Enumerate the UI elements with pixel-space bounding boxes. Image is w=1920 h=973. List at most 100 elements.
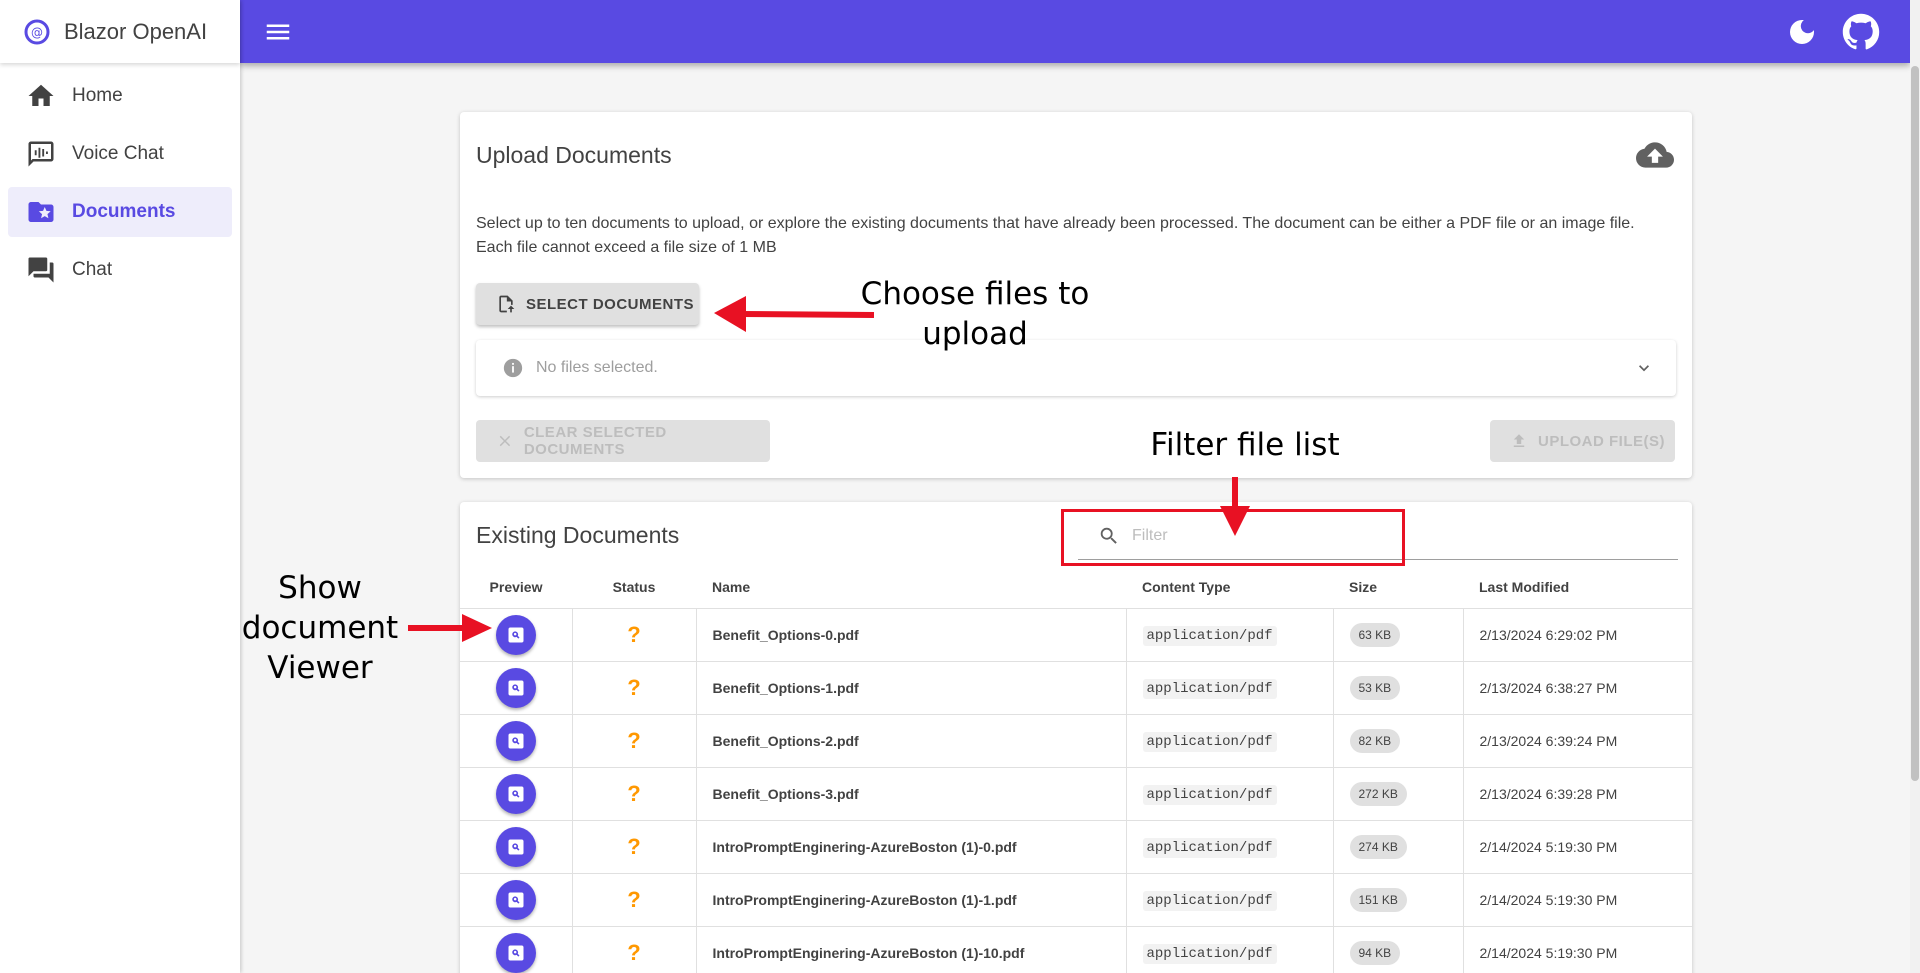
preview-document-button[interactable] [495,720,536,761]
select-documents-button[interactable]: SELECT DOCUMENTS [476,283,699,325]
status-cell: ? [572,926,697,973]
clear-button-label: CLEAR SELECTED DOCUMENTS [523,424,667,458]
column-header-size[interactable]: Size [1333,566,1463,609]
preview-cell [460,661,573,715]
content-type-code: application/pdf [1142,731,1277,752]
preview-document-button[interactable] [495,614,536,655]
status-cell: ? [572,873,697,927]
sidebar-item-chat[interactable]: Chat [8,245,232,295]
chevron-down-icon[interactable] [1634,358,1654,378]
sidebar-item-label: Voice Chat [72,143,164,164]
menu-toggle-button[interactable] [260,14,296,50]
name-cell: Benefit_Options-1.pdf [696,661,1127,715]
preview-search-icon [508,733,524,748]
status-cell: ? [572,820,697,874]
preview-cell [460,608,573,662]
annotation-choose-line-2: upload [922,316,1028,352]
scrollbar-thumb[interactable] [1911,66,1919,781]
size-chip: 82 KB [1349,728,1401,753]
content-type-cell: application/pdf [1126,873,1334,927]
file-upload-icon [499,295,515,313]
size-chip: 272 KB [1349,781,1407,806]
preview-document-button[interactable] [495,826,536,867]
annotation-filter-highlight-box [1061,509,1405,566]
size-cell: 63 KB [1333,608,1464,662]
status-unknown-icon: ? [627,780,641,806]
status-unknown-icon: ? [627,674,641,700]
hamburger-menu-icon [266,24,290,40]
preview-search-icon [508,786,524,801]
content-type-code: application/pdf [1142,837,1277,858]
annotation-show-line-3: Viewer [267,650,373,686]
table-row: ? Benefit_Options-2.pdf application/pdf 82 … [460,714,1692,768]
table-row: ? Benefit_Options-1.pdf application/pdf 53 … [460,661,1692,715]
sidebar-item-voice-chat[interactable]: Voice Chat [8,129,232,179]
github-icon [1842,13,1880,50]
clear-selected-documents-button[interactable]: CLEAR SELECTED DOCUMENTS [476,420,770,462]
content-type-code: application/pdf [1142,890,1277,911]
content-type-code: application/pdf [1142,625,1277,646]
annotation-choose-files: Choose files to upload [855,274,1095,354]
last-modified-cell: 2/13/2024 6:29:02 PM [1463,608,1692,662]
size-chip: 151 KB [1349,887,1407,912]
name-cell: Benefit_Options-2.pdf [696,714,1127,768]
preview-document-button[interactable] [495,667,536,708]
sidebar-item-home[interactable]: Home [8,71,232,121]
upload-description: Select up to ten documents to upload, or… [476,212,1676,260]
sidebar-item-documents[interactable]: Documents [8,187,232,237]
content-type-cell: application/pdf [1126,661,1334,715]
preview-document-button[interactable] [495,932,536,973]
existing-card-title: Existing Documents [476,522,680,548]
annotation-show-line-2: document [241,610,399,646]
preview-document-button[interactable] [495,773,536,814]
content-type-cell: application/pdf [1126,608,1334,662]
column-header-name[interactable]: Name [696,566,1126,609]
info-icon [503,358,523,378]
preview-search-icon [508,945,524,960]
voice-chat-icon [28,141,54,167]
status-cell: ? [572,714,697,768]
status-unknown-icon: ? [627,886,641,912]
table-row: ? IntroPromptEnginering-AzureBoston (1)-1… [460,873,1692,927]
upload-button-label: UPLOAD FILE(S) [1538,432,1665,450]
no-files-text: No files selected. [536,359,658,376]
column-header-status[interactable]: Status [572,566,696,609]
cloud-upload-icon [1636,136,1674,174]
column-header-content-type[interactable]: Content Type [1126,566,1333,609]
brand[interactable]: @ Blazor OpenAI [0,0,240,63]
chat-icon [28,257,54,283]
size-cell: 274 KB [1333,820,1464,874]
theme-toggle-button[interactable] [1782,12,1822,52]
table-row: ? Benefit_Options-0.pdf application/pdf 63 … [460,608,1692,662]
brand-title: Blazor OpenAI [64,18,208,44]
content-type-code: application/pdf [1142,784,1277,805]
content-type-cell: application/pdf [1126,926,1334,973]
name-cell: IntroPromptEnginering-AzureBoston (1)-0.… [696,820,1127,874]
content-type-cell: application/pdf [1126,714,1334,768]
content-type-cell: application/pdf [1126,820,1334,874]
last-modified-cell: 2/13/2024 6:39:28 PM [1463,767,1692,821]
preview-cell [460,873,573,927]
upload-files-button[interactable]: UPLOAD FILE(S) [1490,420,1675,462]
annotation-choose-line-1: Choose files to [860,276,1090,312]
annotation-show-line-1: Show [278,570,362,606]
size-cell: 151 KB [1333,873,1464,927]
upload-icon [1513,434,1525,447]
preview-cell [460,714,573,768]
table-header-row: Preview Status Name Content Type Size La… [460,566,1692,609]
column-header-preview[interactable]: Preview [460,566,572,609]
size-chip: 274 KB [1349,834,1407,859]
status-unknown-icon: ? [627,939,641,965]
content-type-code: application/pdf [1142,678,1277,699]
moon-icon [1790,20,1814,44]
preview-search-icon [508,839,524,854]
preview-document-button[interactable] [495,879,536,920]
sidebar-item-label: Home [72,85,123,106]
size-cell: 272 KB [1333,767,1464,821]
blazor-logo-icon: @ [24,19,50,44]
github-link[interactable] [1840,11,1882,53]
preview-cell [460,926,573,973]
column-header-last-modified[interactable]: Last Modified [1463,566,1692,609]
sidebar-item-label: Documents [72,201,176,222]
close-icon [499,435,511,447]
